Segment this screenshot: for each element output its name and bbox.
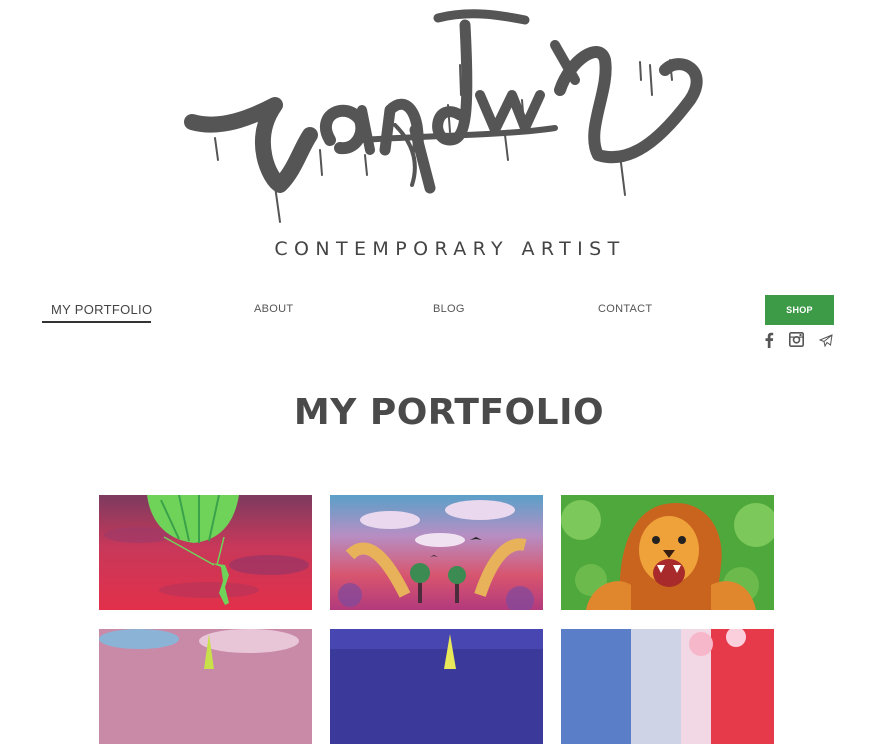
artwork-5-image [330,629,543,744]
tagline: CONTEMPORARY ARTIST [274,238,626,260]
nav-item-blog[interactable]: BLOG [433,303,465,315]
brand-logo[interactable] [180,0,720,230]
parachute-artwork-image [99,495,312,610]
nav-item-contact[interactable]: CONTACT [598,303,652,315]
nav-item-portfolio[interactable]: MY PORTFOLIO [51,302,152,317]
gallery-item-4[interactable] [99,629,312,744]
social-links [760,332,840,352]
gallery-item-6[interactable] [561,629,774,744]
paper-plane-icon[interactable] [818,334,833,352]
active-nav-indicator [42,321,151,323]
gallery-item-parachute[interactable] [99,495,312,610]
artwork-6-image [561,629,774,744]
facebook-icon[interactable] [764,332,774,353]
lion-artwork-image [561,495,774,610]
main-nav: MY PORTFOLIO ABOUT BLOG CONTACT SHOP [0,295,880,348]
nav-item-about[interactable]: ABOUT [254,303,293,315]
instagram-icon[interactable] [789,332,804,352]
gallery-item-5[interactable] [330,629,543,744]
page-title: MY PORTFOLIO [293,392,605,433]
logo-graphic [184,9,703,223]
artwork-4-image [99,629,312,744]
gallery-item-landscape[interactable] [330,495,543,610]
gallery-item-lion[interactable] [561,495,774,610]
landscape-artwork-image [330,495,543,610]
shop-button[interactable]: SHOP [765,295,834,325]
